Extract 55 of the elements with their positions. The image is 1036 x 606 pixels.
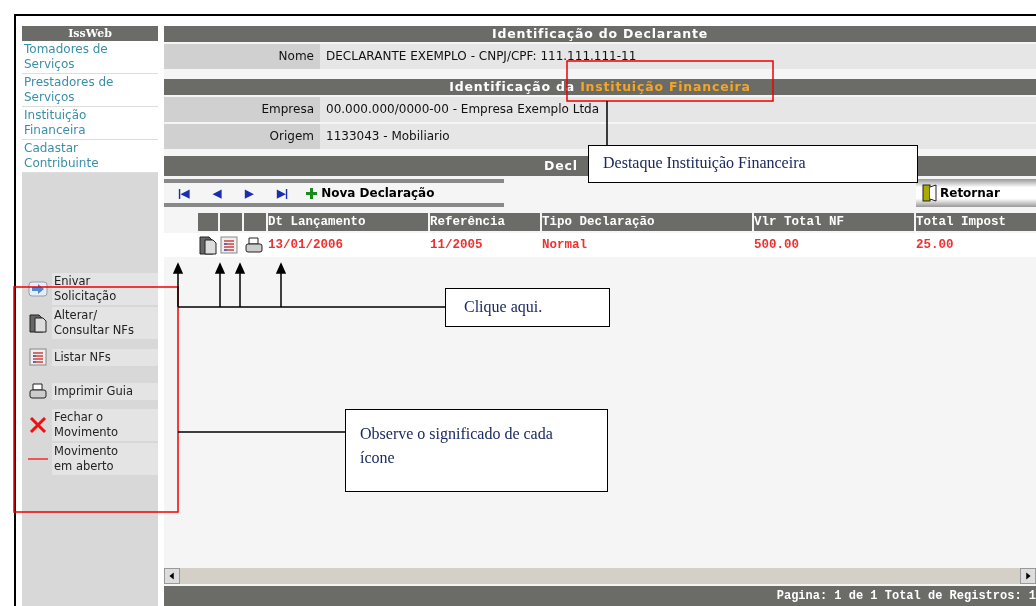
table-cell-text: 500.00: [754, 237, 800, 254]
new-declaration-button[interactable]: Nova Declaração: [306, 186, 435, 200]
scroll-left-icon[interactable]: [164, 568, 180, 584]
table-cell-text: 11/2005: [430, 237, 484, 254]
horizontal-scrollbar[interactable]: [164, 568, 1036, 584]
sidebar-link[interactable]: Cadastar Contribuinte: [22, 140, 158, 173]
legend-label: Imprimir Guia: [52, 382, 158, 400]
pager-button[interactable]: ◀: [207, 186, 228, 200]
table-cell-text: 13/01/2006: [268, 237, 344, 254]
list-icon: [220, 236, 238, 254]
pager-button[interactable]: ▶: [239, 186, 260, 200]
close-icon: [29, 416, 47, 434]
column-header: Referência: [430, 213, 540, 231]
documents-icon: [198, 234, 218, 256]
legend-label: Listar NFs: [52, 348, 158, 366]
column-header: [220, 213, 242, 231]
sidebar-title: IssWeb: [22, 26, 158, 41]
legend-label: Fechar o Movimento: [52, 409, 158, 441]
field-value: DECLARANTE EXEMPLO - CNPJ/CPF: 111.111.111-11: [325, 48, 637, 65]
table-cell-text: 25.00: [916, 237, 955, 254]
table-cell-text: Normal: [542, 237, 588, 254]
column-header: Vlr Total NF: [754, 213, 914, 231]
field-value: 1133043 - Mobiliario: [325, 128, 450, 145]
pagination-status: Pagina: 1 de 1 Total de Registros: 1: [164, 586, 1036, 606]
documents-icon: [28, 312, 48, 334]
leader-line: [606, 100, 608, 146]
pager-button[interactable]: |◀: [172, 186, 196, 200]
column-header: Tipo Declaração: [542, 213, 752, 231]
field-label: Nome: [164, 44, 320, 69]
field-label: Empresa: [164, 97, 320, 122]
column-header: [244, 213, 266, 231]
field-label: Origem: [164, 124, 320, 149]
list-icon: [29, 348, 47, 366]
sidebar-link[interactable]: Instituição Financeira: [22, 107, 158, 140]
section-header: Identificação do Declarante: [164, 26, 1036, 42]
column-header: Total Impost: [916, 213, 1036, 231]
callout-note: Observe o significado de cada ícone: [345, 409, 608, 492]
door-icon: [922, 184, 938, 202]
return-button[interactable]: Retornar: [916, 179, 1036, 207]
printer-icon: [28, 382, 48, 400]
callout-note: Clique aqui.: [445, 288, 610, 327]
field-value: 00.000.000/0000-00 - Empresa Exemplo Ltda: [325, 101, 600, 118]
sidebar-link[interactable]: Tomadores de Serviços: [22, 41, 158, 74]
callout-note: Destaque Instituição Financeira: [588, 145, 918, 183]
legend-label: Enivar Solicitação: [52, 273, 158, 305]
column-header: [198, 213, 218, 231]
pager-button[interactable]: ▶|: [271, 186, 295, 200]
printer-icon: [244, 236, 264, 254]
plus-icon: [306, 187, 318, 199]
sidebar-link[interactable]: Prestadores de Serviços: [22, 74, 158, 107]
legend-label: Alterar/ Consultar NFs: [52, 307, 158, 339]
scroll-right-icon[interactable]: [1020, 568, 1036, 584]
section-header: Decl: [544, 158, 578, 173]
column-header: Dt Lançamento: [268, 213, 428, 231]
legend-label: Movimento em aberto: [52, 443, 158, 475]
